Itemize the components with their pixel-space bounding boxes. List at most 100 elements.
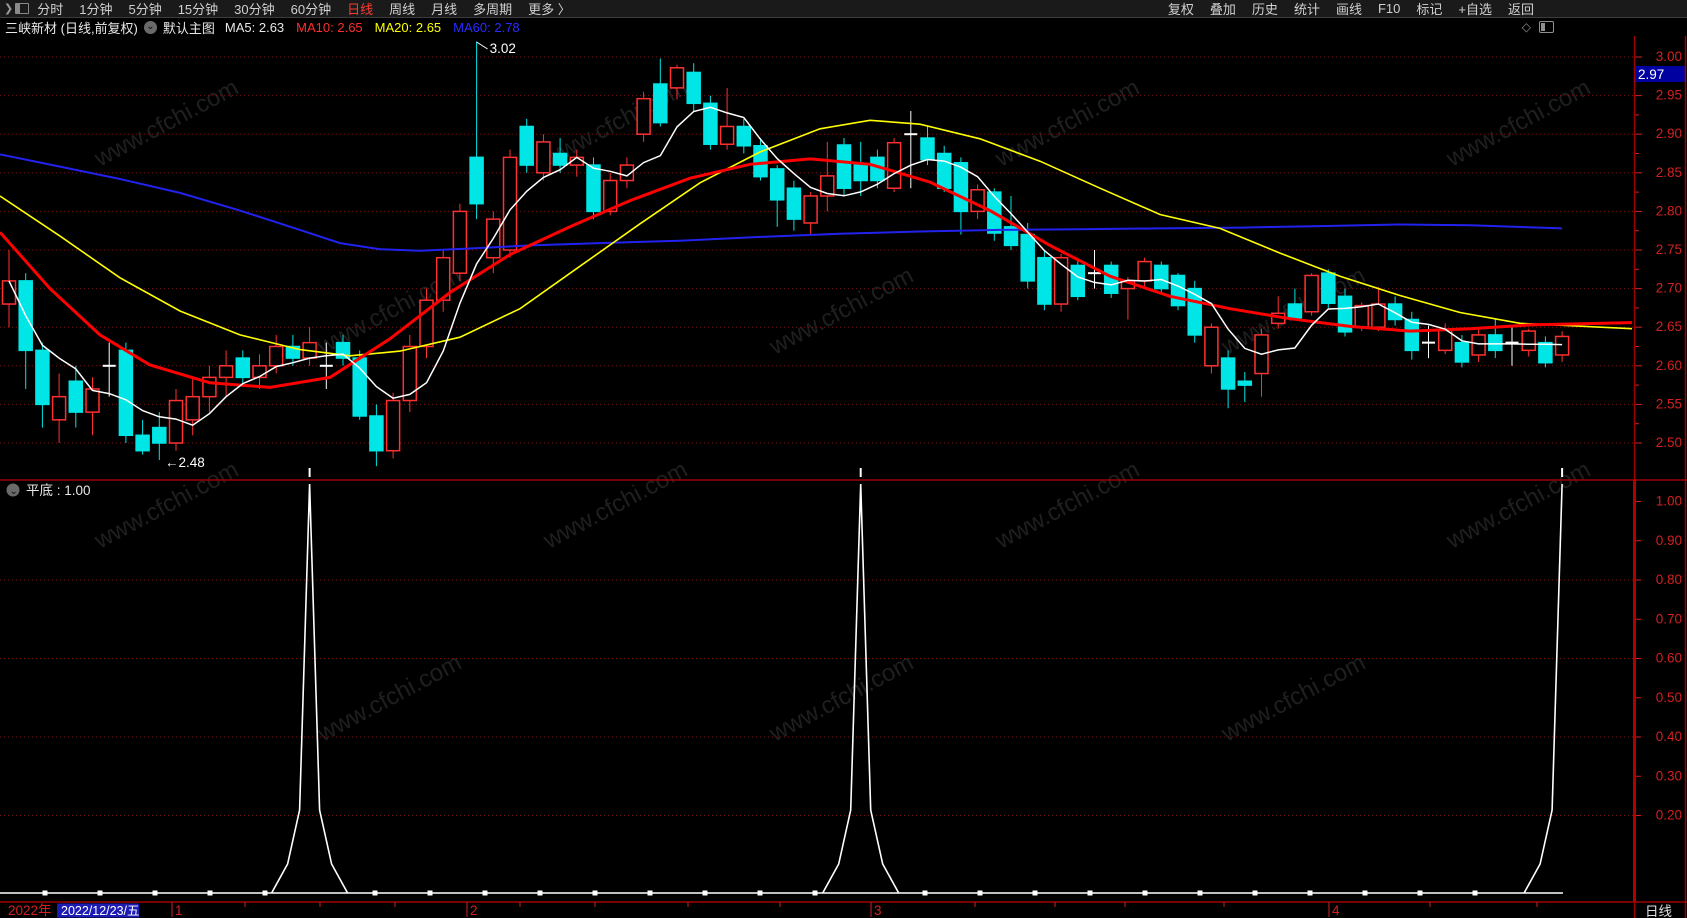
main-chart-type-label[interactable]: 默认主图 bbox=[163, 18, 215, 37]
period-tab-60分钟[interactable]: 60分钟 bbox=[291, 0, 331, 18]
candle-body[interactable] bbox=[1488, 334, 1503, 352]
candle-body[interactable] bbox=[1354, 304, 1369, 328]
period-tab-分时[interactable]: 分时 bbox=[37, 0, 63, 18]
candle-body[interactable] bbox=[352, 357, 367, 417]
candle-body[interactable] bbox=[51, 395, 67, 421]
candle-body[interactable] bbox=[268, 345, 284, 367]
indicator-zero-dot bbox=[1472, 890, 1478, 896]
tool-button-返回[interactable]: 返回 bbox=[1508, 0, 1534, 18]
candle-body[interactable] bbox=[736, 125, 752, 147]
month-label: 1 bbox=[175, 903, 183, 918]
candle-body[interactable] bbox=[402, 345, 418, 402]
tool-button-叠加[interactable]: 叠加 bbox=[1210, 0, 1236, 18]
period-tab-5分钟[interactable]: 5分钟 bbox=[128, 0, 161, 18]
tool-button-历史[interactable]: 历史 bbox=[1252, 0, 1278, 18]
candle-body[interactable] bbox=[653, 83, 668, 124]
candle-body[interactable] bbox=[836, 144, 852, 189]
candle-body[interactable] bbox=[803, 195, 818, 224]
candle-body[interactable] bbox=[135, 434, 150, 452]
candle-body[interactable] bbox=[1538, 341, 1553, 364]
candle-body[interactable] bbox=[1237, 380, 1253, 386]
period-tab-月线[interactable]: 月线 bbox=[431, 0, 457, 18]
year-label: 2022年 bbox=[8, 903, 52, 918]
candle-body[interactable] bbox=[636, 97, 651, 135]
candle-body[interactable] bbox=[1154, 264, 1169, 290]
stock-name[interactable]: 三峡新材 (日线,前复权) bbox=[5, 18, 138, 37]
candle-body[interactable] bbox=[1387, 303, 1403, 321]
candle-body[interactable] bbox=[1454, 341, 1470, 363]
candle-body[interactable] bbox=[235, 357, 251, 379]
candle-body[interactable] bbox=[552, 152, 568, 166]
candle-body[interactable] bbox=[1020, 233, 1035, 282]
indicator-axis-label: 0.40 bbox=[1656, 729, 1682, 744]
candle-body[interactable] bbox=[1321, 272, 1336, 305]
candle-body[interactable] bbox=[452, 210, 468, 274]
tool-button-标记[interactable]: 标记 bbox=[1416, 0, 1442, 18]
candle-body[interactable] bbox=[385, 399, 401, 452]
candle-body[interactable] bbox=[936, 152, 952, 189]
split-view-icon[interactable] bbox=[1539, 21, 1554, 33]
tool-button-+自选[interactable]: +自选 bbox=[1458, 0, 1492, 18]
candle-body[interactable] bbox=[1287, 303, 1303, 319]
period-tab-更多 〉[interactable]: 更多 〉 bbox=[528, 0, 571, 18]
candle-body[interactable] bbox=[1554, 335, 1570, 356]
candle-body[interactable] bbox=[769, 168, 785, 201]
candle-body[interactable] bbox=[185, 395, 200, 421]
candle-body[interactable] bbox=[35, 349, 50, 406]
diamond-icon[interactable]: ◇ bbox=[1522, 20, 1531, 34]
candle-body[interactable] bbox=[786, 187, 802, 220]
candle-body[interactable] bbox=[1070, 264, 1086, 298]
candle-body[interactable] bbox=[669, 67, 685, 89]
ma-value-1: MA10: 2.65 bbox=[296, 19, 363, 35]
price-axis-label: 2.80 bbox=[1656, 203, 1682, 218]
candle-body[interactable] bbox=[1204, 326, 1219, 367]
candle-body[interactable] bbox=[853, 164, 868, 182]
candle-body[interactable] bbox=[886, 141, 902, 189]
period-tab-1分钟[interactable]: 1分钟 bbox=[79, 0, 112, 18]
candle-body[interactable] bbox=[1471, 334, 1486, 356]
candle-body[interactable] bbox=[1371, 303, 1386, 328]
candle-body[interactable] bbox=[252, 365, 267, 379]
candle-body[interactable] bbox=[85, 388, 100, 413]
candle-body[interactable] bbox=[1404, 318, 1420, 352]
tool-button-画线[interactable]: 画线 bbox=[1336, 0, 1362, 18]
candle-body[interactable] bbox=[369, 415, 384, 452]
candle-body[interactable] bbox=[1137, 260, 1152, 282]
kline-chart-area[interactable]: www.cfchi.com www.cfchi.com www.cfchi.com w… bbox=[0, 36, 1687, 918]
period-tab-日线[interactable]: 日线 bbox=[347, 0, 373, 18]
candle-body[interactable] bbox=[218, 365, 234, 379]
period-tab-15分钟[interactable]: 15分钟 bbox=[178, 0, 218, 18]
collapse-window-icon[interactable]: ❯ bbox=[4, 2, 30, 15]
candle-body[interactable] bbox=[719, 125, 735, 145]
candle-body[interactable] bbox=[469, 156, 484, 205]
candle-body[interactable] bbox=[502, 156, 518, 251]
candle-body[interactable] bbox=[1304, 274, 1319, 313]
candle-body[interactable] bbox=[118, 349, 134, 437]
candle-body[interactable] bbox=[1220, 357, 1236, 390]
candle-body[interactable] bbox=[536, 141, 551, 174]
candle-body[interactable] bbox=[519, 125, 534, 166]
period-tab-周线[interactable]: 周线 bbox=[389, 0, 415, 18]
chevron-down-circle-icon[interactable]: ⌄ bbox=[143, 20, 157, 34]
candle-body[interactable] bbox=[1170, 274, 1186, 307]
candle-body[interactable] bbox=[686, 71, 701, 105]
ma-value-3: MA60: 2.78 bbox=[453, 19, 520, 35]
candle-body[interactable] bbox=[1187, 287, 1202, 336]
period-tab-30分钟[interactable]: 30分钟 bbox=[234, 0, 274, 18]
tool-button-统计[interactable]: 统计 bbox=[1294, 0, 1320, 18]
tool-button-复权[interactable]: 复权 bbox=[1168, 0, 1194, 18]
candle-body[interactable] bbox=[586, 164, 601, 213]
period-tab-多周期[interactable]: 多周期 bbox=[473, 0, 512, 18]
candle-body[interactable] bbox=[1, 280, 17, 305]
indicator-chevron-glyph: ⌄ bbox=[10, 486, 18, 497]
candle-body[interactable] bbox=[152, 426, 167, 444]
candle-body[interactable] bbox=[1037, 256, 1052, 305]
tool-button-F10[interactable]: F10 bbox=[1378, 1, 1400, 16]
indicator-zero-dot bbox=[977, 890, 983, 896]
price-axis-label: 2.75 bbox=[1656, 242, 1682, 257]
month-label: 3 bbox=[874, 903, 882, 918]
candle-body[interactable] bbox=[68, 380, 84, 413]
candle-body[interactable] bbox=[920, 137, 935, 161]
candle-body[interactable] bbox=[1521, 330, 1536, 352]
candle-body[interactable] bbox=[168, 399, 184, 444]
